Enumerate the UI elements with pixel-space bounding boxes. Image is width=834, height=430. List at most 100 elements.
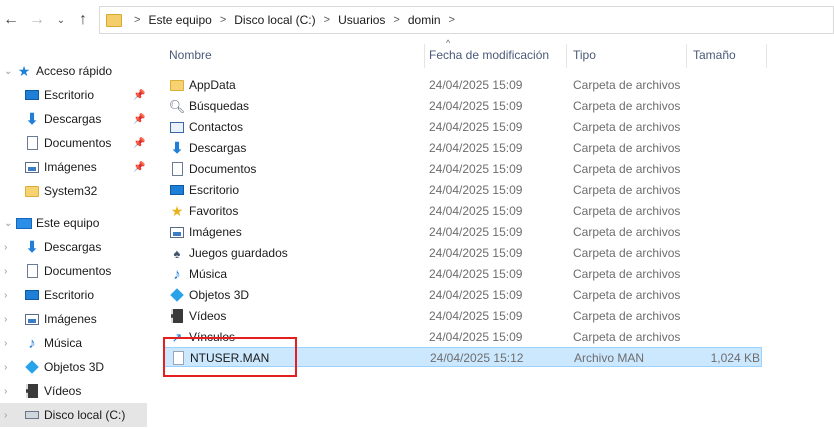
column-header-date[interactable]: Fecha de modificación xyxy=(429,40,549,70)
sidebar-item-label: Escritorio xyxy=(44,288,95,302)
sidebar-item-escritorio[interactable]: Escritorio 📌 xyxy=(0,83,147,107)
forward-button[interactable]: → xyxy=(28,10,46,30)
column-divider[interactable] xyxy=(566,44,567,68)
contacts-icon xyxy=(169,120,185,134)
breadcrumb-domin[interactable]: domin xyxy=(408,13,441,27)
sidebar-item-system32[interactable]: System32 xyxy=(0,179,147,203)
file-type: Carpeta de archivos xyxy=(573,78,681,92)
saved-games-icon: ♠ xyxy=(173,245,181,261)
folder-icon xyxy=(24,184,40,198)
file-name: Escritorio xyxy=(189,183,240,197)
sidebar-item-imagenes[interactable]: Imágenes 📌 xyxy=(0,155,147,179)
file-row[interactable]: Vídeos 24/04/2025 15:09 Carpeta de archi… xyxy=(163,306,762,326)
sidebar-item-label: Acceso rápido xyxy=(36,64,113,78)
chevron-right-icon[interactable]: › xyxy=(4,290,7,301)
file-date: 24/04/2025 15:09 xyxy=(429,78,523,92)
chevron-right-icon[interactable]: › xyxy=(4,386,7,397)
sidebar-item-disco-local[interactable]: › Disco local (C:) xyxy=(0,403,147,427)
file-row[interactable]: Contactos 24/04/2025 15:09 Carpeta de ar… xyxy=(163,117,762,137)
sidebar-item-descargas[interactable]: ⬇ Descargas 📌 xyxy=(0,107,147,131)
pin-icon[interactable]: 📌 xyxy=(133,114,145,125)
pin-icon[interactable]: 📌 xyxy=(133,162,145,173)
arrow-right-icon: → xyxy=(29,11,45,28)
file-row[interactable]: ♪ Música 24/04/2025 15:09 Carpeta de arc… xyxy=(163,264,762,284)
sidebar-item-label: System32 xyxy=(44,184,98,198)
sidebar-item-documentos-pc[interactable]: › Documentos xyxy=(0,259,147,283)
address-bar[interactable]: > Este equipo > Disco local (C:) > Usuar… xyxy=(99,6,834,34)
chevron-right-icon[interactable]: › xyxy=(4,314,7,325)
sidebar-item-label: Descargas xyxy=(44,112,102,126)
file-name: Música xyxy=(189,267,228,281)
file-row[interactable]: Objetos 3D 24/04/2025 15:09 Carpeta de a… xyxy=(163,285,762,305)
chevron-right-icon[interactable]: › xyxy=(4,410,7,421)
file-name: Objetos 3D xyxy=(189,288,250,302)
file-date: 24/04/2025 15:09 xyxy=(429,204,523,218)
pin-icon[interactable]: 📌 xyxy=(133,138,145,149)
music-icon: ♪ xyxy=(28,334,36,352)
sidebar-item-label: Este equipo xyxy=(36,216,100,230)
file-row[interactable]: Imágenes 24/04/2025 15:09 Carpeta de arc… xyxy=(163,222,762,242)
column-header-size[interactable]: Tamaño xyxy=(693,40,736,70)
breadcrumb-separator: > xyxy=(134,14,141,26)
breadcrumb-separator: > xyxy=(219,14,227,26)
chevron-down-icon[interactable]: ⌄ xyxy=(4,66,12,77)
videos-icon xyxy=(24,384,40,398)
sidebar-item-escritorio-pc[interactable]: › Escritorio xyxy=(0,283,147,307)
file-row[interactable]: AppData 24/04/2025 15:09 Carpeta de arch… xyxy=(163,75,762,95)
sidebar-item-label: Imágenes xyxy=(44,160,97,174)
music-icon: ♪ xyxy=(173,265,181,283)
file-date: 24/04/2025 15:09 xyxy=(429,162,523,176)
file-row[interactable]: Documentos 24/04/2025 15:09 Carpeta de a… xyxy=(163,159,762,179)
arrow-up-icon: ↑ xyxy=(79,11,87,28)
sidebar-item-acceso-rapido[interactable]: ⌄ ★ Acceso rápido xyxy=(0,59,147,83)
sidebar-item-documentos[interactable]: Documentos 📌 xyxy=(0,131,147,155)
file-name: Juegos guardados xyxy=(189,246,288,260)
breadcrumb-separator: > xyxy=(393,14,400,26)
breadcrumb-disco-local[interactable]: Disco local (C:) xyxy=(234,13,315,27)
file-row[interactable]: ★ Favoritos 24/04/2025 15:09 Carpeta de … xyxy=(163,201,762,221)
sidebar-item-descargas-pc[interactable]: › ⬇ Descargas xyxy=(0,235,147,259)
recent-locations-button[interactable]: ⌄ xyxy=(52,10,70,30)
sidebar-item-musica[interactable]: › ♪ Música xyxy=(0,331,147,355)
chevron-right-icon[interactable]: › xyxy=(4,266,7,277)
file-date: 24/04/2025 15:09 xyxy=(429,183,523,197)
breadcrumb-separator: > xyxy=(448,14,455,26)
file-row[interactable]: Escritorio 24/04/2025 15:09 Carpeta de a… xyxy=(163,180,762,200)
file-type: Carpeta de archivos xyxy=(573,309,681,323)
sidebar-item-videos[interactable]: › Vídeos xyxy=(0,379,147,403)
pin-icon[interactable]: 📌 xyxy=(133,90,145,101)
file-row[interactable]: 🔍︎ Búsquedas 24/04/2025 15:09 Carpeta de… xyxy=(163,96,762,116)
arrow-left-icon: ← xyxy=(3,11,19,28)
sidebar-item-objetos-3d[interactable]: › Objetos 3D xyxy=(0,355,147,379)
breadcrumb-usuarios[interactable]: Usuarios xyxy=(338,13,385,27)
column-divider[interactable] xyxy=(424,44,425,68)
file-row[interactable]: ♠ Juegos guardados 24/04/2025 15:09 Carp… xyxy=(163,243,762,263)
sidebar-item-label: Documentos xyxy=(44,136,112,150)
chevron-right-icon[interactable]: › xyxy=(4,362,7,373)
file-name: Documentos xyxy=(189,162,257,176)
chevron-right-icon[interactable]: › xyxy=(4,338,7,349)
file-type: Carpeta de archivos xyxy=(573,120,681,134)
pictures-icon xyxy=(24,312,40,326)
column-header-type[interactable]: Tipo xyxy=(573,40,596,70)
documents-icon xyxy=(24,136,40,150)
column-divider[interactable] xyxy=(766,44,767,68)
sidebar-item-este-equipo[interactable]: ⌄ Este equipo xyxy=(0,211,147,235)
navigation-bar: ← → ⌄ ↑ > Este equipo > Disco local (C:)… xyxy=(0,0,834,40)
file-date: 24/04/2025 15:12 xyxy=(430,351,524,365)
column-divider[interactable] xyxy=(686,44,687,68)
file-type: Carpeta de archivos xyxy=(573,330,681,344)
sidebar-item-imagenes-pc[interactable]: › Imágenes xyxy=(0,307,147,331)
star-icon: ★ xyxy=(17,63,31,79)
chevron-down-icon[interactable]: ⌄ xyxy=(4,218,12,229)
sidebar-item-label: Imágenes xyxy=(44,312,97,326)
up-button[interactable]: ↑ xyxy=(74,10,92,30)
back-button[interactable]: ← xyxy=(2,10,20,30)
chevron-right-icon[interactable]: › xyxy=(4,242,7,253)
drive-icon xyxy=(24,408,40,422)
file-row[interactable]: ⬇ Descargas 24/04/2025 15:09 Carpeta de … xyxy=(163,138,762,158)
breadcrumb-este-equipo[interactable]: Este equipo xyxy=(148,13,211,27)
navigation-pane: ⌄ ★ Acceso rápido Escritorio 📌 ⬇ Descarg… xyxy=(0,40,147,430)
column-header-name[interactable]: Nombre xyxy=(169,40,212,70)
file-date: 24/04/2025 15:09 xyxy=(429,267,523,281)
